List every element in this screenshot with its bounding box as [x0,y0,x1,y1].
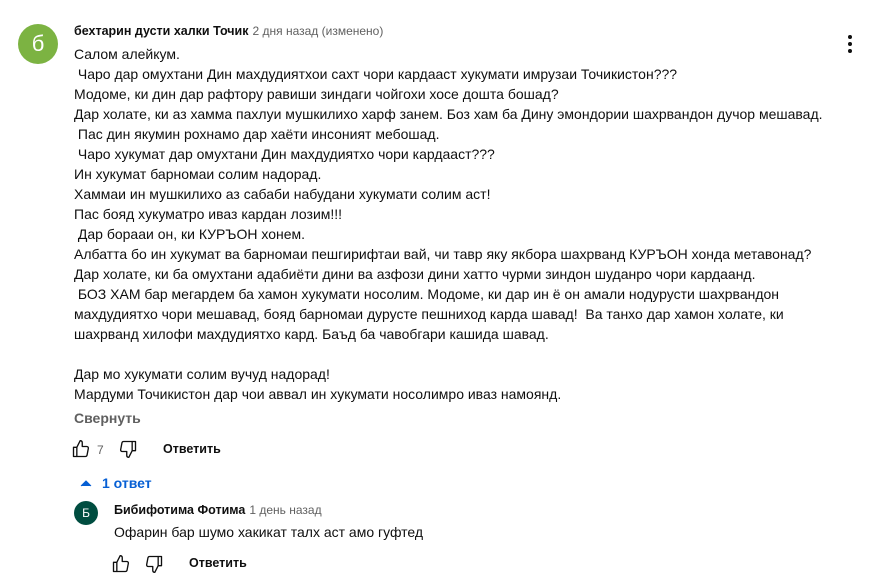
comment-line: БОЗ ХАМ бар мегардем ба хамон хукумати н… [74,286,780,302]
comment-line: Пас бояд хукуматро иваз кардан лозим!!! [74,206,343,222]
collapse-link[interactable]: Свернуть [74,410,141,426]
comment-avatar[interactable]: б [18,24,58,64]
comment-line: Албатта бо ин хукумат ва барномаи пешгир… [74,246,812,262]
comment-line [74,344,864,364]
replies-toggle[interactable]: 1 ответ [80,475,152,491]
reply-timestamp[interactable]: 1 день назад [249,503,321,517]
reply-header: Бибифотима Фотима 1 день назад [114,503,322,517]
reply-avatar-letter: Б [82,506,90,520]
comment-text: Салом алейкум. Чаро дар омухтани Дин мах… [74,44,864,404]
comment-line: шахрванд хилофи махдудиятхо кард. Баъд б… [74,326,549,342]
thumb-up-icon [72,440,90,458]
reply-button[interactable]: Ответить [163,442,221,456]
reply-dislike-button[interactable] [143,553,165,575]
comment-line: Мардуми Точикистон дар чои аввал ин хуку… [74,386,562,402]
thumb-down-icon [145,555,163,573]
comment-line: Салом алейкум. [74,46,180,62]
like-count: 7 [97,443,104,457]
comment-line: Дар холате, ки ба омухтани адабиёти дини… [74,266,756,282]
comment-line: Чаро дар омухтани Дин махдудиятхои сахт … [74,66,678,82]
thumb-up-icon [112,555,130,573]
comment-line: махдудиятхо чори мешавад, бояд барномаи … [74,306,784,322]
comment-line: Хаммаи ин мушкилихо аз сабаби набудани х… [74,186,491,202]
comment-line: Чаро хукумат дар омухтани Дин махдудиятх… [74,146,495,162]
reply-text: Офарин бар шумо хакикат талх аст амо гуф… [114,524,424,540]
chevron-up-icon [80,480,92,487]
comment-header: бехтарин дусти халки Точик 2 дня назад (… [74,24,383,40]
like-button[interactable] [70,438,92,460]
dislike-button[interactable] [117,438,139,460]
comment-line: Дар мо хукумати солим вучуд надорад! [74,366,330,382]
reply-author[interactable]: Бибифотима Фотима [114,503,245,517]
comment-line: Дар холате, ки аз хамма пахлуи мушкилихо… [74,106,823,122]
comment-line: Дар борааи он, ки КУРЪОН хонем. [74,226,306,242]
comment-line: Ин хукумат барномаи солим надорад. [74,166,322,182]
reply-reply-button[interactable]: Ответить [189,556,247,570]
reply-avatar[interactable]: Б [74,501,98,525]
reply-like-button[interactable] [110,553,132,575]
avatar-letter: б [31,31,45,56]
comment-author[interactable]: бехтарин дусти халки Точик [74,24,248,38]
comment-line: Модоме, ки дин дар рафтору равиши зиндаг… [74,86,559,102]
comment-line: Пас дин якумин рохнамо дар хаёти инсония… [74,126,440,142]
thumb-down-icon [119,440,137,458]
replies-count-label: 1 ответ [102,475,152,491]
comment-timestamp[interactable]: 2 дня назад (изменено) [252,24,383,38]
